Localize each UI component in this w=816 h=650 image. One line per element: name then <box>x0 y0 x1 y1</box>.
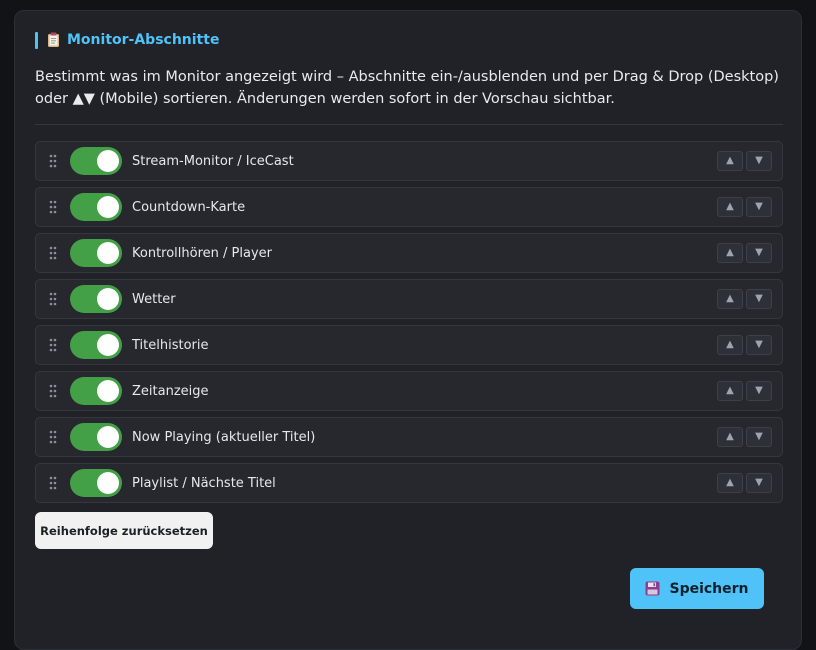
visibility-toggle[interactable] <box>70 331 122 359</box>
visibility-toggle[interactable] <box>70 469 122 497</box>
reorder-controls: ▲ ▼ <box>717 197 772 217</box>
floppy-disk-icon <box>645 581 660 596</box>
move-up-button[interactable]: ▲ <box>717 427 743 447</box>
toggle-knob <box>97 196 119 218</box>
section-row[interactable]: Kontrollhören / Player ▲ ▼ <box>35 233 783 273</box>
move-up-button[interactable]: ▲ <box>717 151 743 171</box>
section-header: Monitor-Abschnitte <box>35 31 219 49</box>
section-row[interactable]: Titelhistorie ▲ ▼ <box>35 325 783 365</box>
visibility-toggle[interactable] <box>70 147 122 175</box>
toggle-knob <box>97 380 119 402</box>
section-row-label: Countdown-Karte <box>132 199 246 215</box>
move-down-button[interactable]: ▼ <box>746 289 772 309</box>
monitor-sections-card: Monitor-Abschnitte Bestimmt was im Monit… <box>14 10 802 650</box>
drag-handle-icon[interactable] <box>49 246 57 260</box>
section-row-label: Zeitanzeige <box>132 383 209 399</box>
visibility-toggle[interactable] <box>70 377 122 405</box>
reorder-controls: ▲ ▼ <box>717 427 772 447</box>
section-description: Bestimmt was im Monitor angezeigt wird –… <box>35 69 779 107</box>
move-up-button[interactable]: ▲ <box>717 289 743 309</box>
move-up-button[interactable]: ▲ <box>717 381 743 401</box>
section-row-label: Titelhistorie <box>132 337 209 353</box>
reorder-controls: ▲ ▼ <box>717 289 772 309</box>
drag-handle-icon[interactable] <box>49 384 57 398</box>
move-up-button[interactable]: ▲ <box>717 473 743 493</box>
divider <box>35 124 783 125</box>
reorder-controls: ▲ ▼ <box>717 151 772 171</box>
reorder-controls: ▲ ▼ <box>717 473 772 493</box>
section-row[interactable]: Stream-Monitor / IceCast ▲ ▼ <box>35 141 783 181</box>
move-down-button[interactable]: ▼ <box>746 197 772 217</box>
move-down-button[interactable]: ▼ <box>746 473 772 493</box>
section-row-label: Wetter <box>132 291 176 307</box>
section-row[interactable]: Now Playing (aktueller Titel) ▲ ▼ <box>35 417 783 457</box>
save-button-label: Speichern <box>669 580 749 597</box>
toggle-knob <box>97 150 119 172</box>
toggle-knob <box>97 472 119 494</box>
section-row[interactable]: Countdown-Karte ▲ ▼ <box>35 187 783 227</box>
section-row-label: Now Playing (aktueller Titel) <box>132 429 316 445</box>
visibility-toggle[interactable] <box>70 285 122 313</box>
move-down-button[interactable]: ▼ <box>746 381 772 401</box>
reorder-controls: ▲ ▼ <box>717 243 772 263</box>
section-row-label: Playlist / Nächste Titel <box>132 475 276 491</box>
move-up-button[interactable]: ▲ <box>717 197 743 217</box>
section-row[interactable]: Playlist / Nächste Titel ▲ ▼ <box>35 463 783 503</box>
toggle-knob <box>97 334 119 356</box>
toggle-knob <box>97 426 119 448</box>
visibility-toggle[interactable] <box>70 193 122 221</box>
drag-handle-icon[interactable] <box>49 154 57 168</box>
drag-handle-icon[interactable] <box>49 200 57 214</box>
reorder-controls: ▲ ▼ <box>717 381 772 401</box>
visibility-toggle[interactable] <box>70 423 122 451</box>
move-down-button[interactable]: ▼ <box>746 151 772 171</box>
section-row[interactable]: Zeitanzeige ▲ ▼ <box>35 371 783 411</box>
section-title: Monitor-Abschnitte <box>67 32 220 48</box>
drag-handle-icon[interactable] <box>49 476 57 490</box>
toggle-knob <box>97 288 119 310</box>
section-row[interactable]: Wetter ▲ ▼ <box>35 279 783 319</box>
reorder-controls: ▲ ▼ <box>717 335 772 355</box>
move-down-button[interactable]: ▼ <box>746 243 772 263</box>
section-row-label: Stream-Monitor / IceCast <box>132 153 294 169</box>
move-up-button[interactable]: ▲ <box>717 335 743 355</box>
move-down-button[interactable]: ▼ <box>746 335 772 355</box>
move-down-button[interactable]: ▼ <box>746 427 772 447</box>
drag-handle-icon[interactable] <box>49 430 57 444</box>
drag-handle-icon[interactable] <box>49 292 57 306</box>
drag-handle-icon[interactable] <box>49 338 57 352</box>
visibility-toggle[interactable] <box>70 239 122 267</box>
toggle-knob <box>97 242 119 264</box>
clipboard-icon <box>48 32 59 47</box>
sections-list: Stream-Monitor / IceCast ▲ ▼ Countdown-K… <box>35 141 783 509</box>
reset-order-button[interactable]: Reihenfolge zurücksetzen <box>35 512 213 549</box>
move-up-button[interactable]: ▲ <box>717 243 743 263</box>
save-button[interactable]: Speichern <box>630 568 764 609</box>
title-accent-bar <box>35 31 38 49</box>
section-row-label: Kontrollhören / Player <box>132 245 272 261</box>
